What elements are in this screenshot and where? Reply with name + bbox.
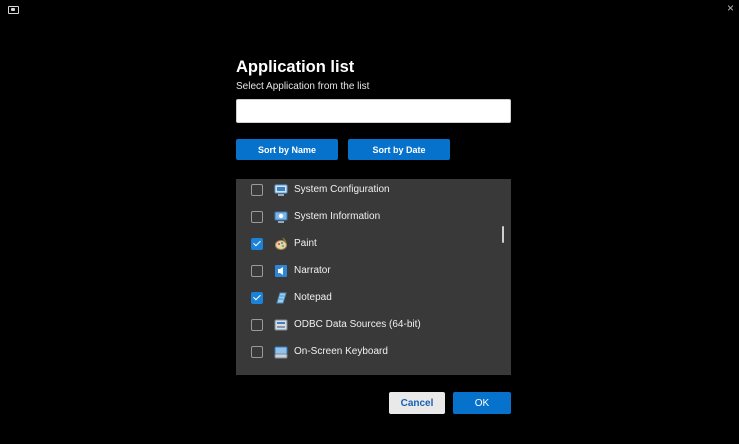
list-item[interactable]: ODBC Data Sources (64-bit) bbox=[236, 311, 511, 338]
sort-by-name-button[interactable]: Sort by Name bbox=[236, 139, 338, 160]
on-screen-keyboard-icon bbox=[274, 346, 288, 358]
checkbox[interactable] bbox=[251, 318, 263, 331]
list-scrollbar[interactable] bbox=[502, 226, 504, 243]
sort-by-date-button[interactable]: Sort by Date bbox=[348, 139, 450, 160]
odbc-data-sources-icon bbox=[274, 319, 288, 330]
close-icon[interactable]: × bbox=[727, 2, 734, 14]
checkbox[interactable] bbox=[251, 210, 263, 223]
checkbox-checked[interactable] bbox=[251, 291, 263, 304]
list-item[interactable]: Notepad bbox=[236, 284, 511, 311]
checkbox[interactable] bbox=[251, 345, 263, 358]
notepad-icon bbox=[276, 292, 287, 303]
dialog-subtitle: Select Application from the list bbox=[236, 81, 370, 92]
search-input[interactable] bbox=[236, 99, 511, 123]
checkbox-checked[interactable] bbox=[251, 237, 263, 250]
list-item[interactable]: Paint bbox=[236, 230, 511, 257]
list-item-label: ODBC Data Sources (64-bit) bbox=[294, 318, 421, 330]
checkbox[interactable] bbox=[251, 264, 263, 277]
list-item-label: Narrator bbox=[294, 264, 331, 276]
application-list[interactable]: System Configuration System Information … bbox=[236, 179, 511, 375]
checkbox[interactable] bbox=[251, 183, 263, 196]
paint-icon bbox=[275, 237, 287, 250]
list-item[interactable]: On-Screen Keyboard bbox=[236, 338, 511, 365]
list-item-label: Paint bbox=[294, 237, 317, 249]
list-item[interactable]: System Configuration bbox=[236, 179, 511, 203]
dialog-title: Application list bbox=[236, 58, 355, 76]
cancel-button[interactable]: Cancel bbox=[389, 392, 445, 414]
system-configuration-icon bbox=[274, 184, 288, 196]
list-item[interactable]: Narrator bbox=[236, 257, 511, 284]
list-item[interactable]: System Information bbox=[236, 203, 511, 230]
narrator-icon bbox=[275, 264, 287, 277]
list-item-label: System Configuration bbox=[294, 183, 390, 195]
list-item-label: On-Screen Keyboard bbox=[294, 345, 388, 357]
list-item-label: Notepad bbox=[294, 291, 332, 303]
screen-icon bbox=[8, 6, 19, 14]
list-item-label: System Information bbox=[294, 210, 381, 222]
system-information-icon bbox=[274, 211, 288, 223]
ok-button[interactable]: OK bbox=[453, 392, 511, 414]
